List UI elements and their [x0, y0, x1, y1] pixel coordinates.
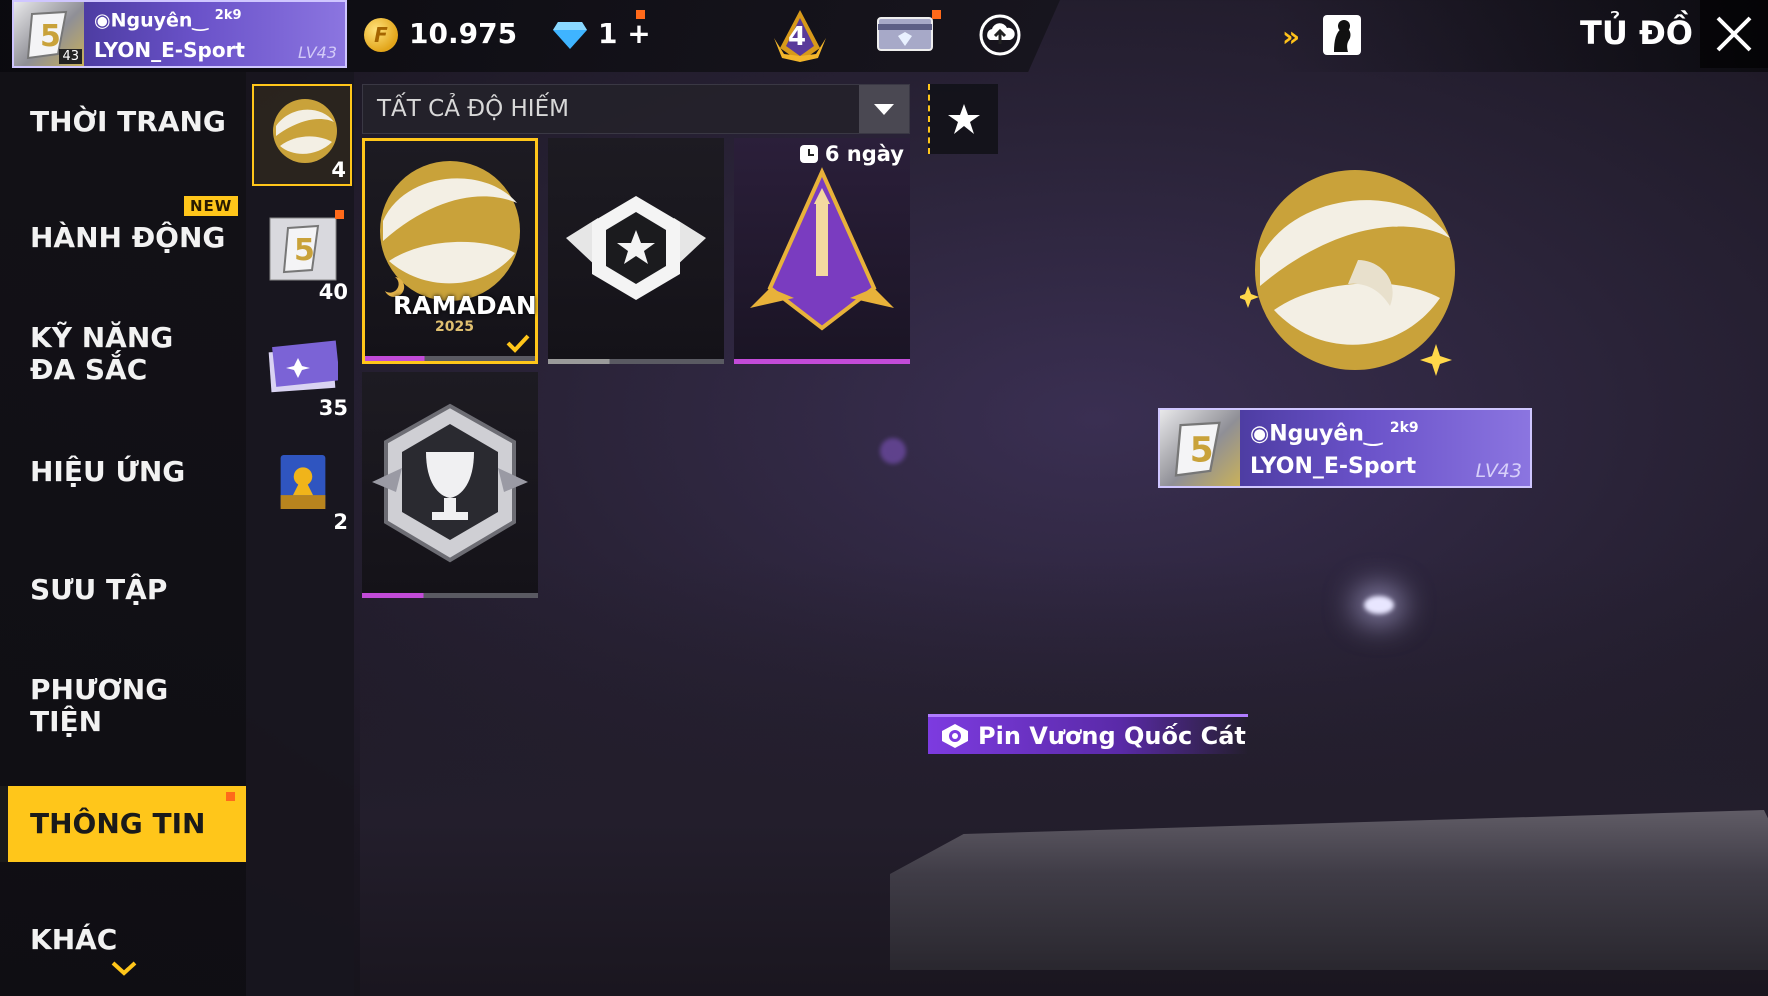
svg-text:5: 5 — [40, 19, 61, 54]
category-info[interactable]: THÔNG TIN — [0, 786, 246, 862]
player-name: ◉Nguyên‿ 2k9 — [94, 8, 242, 32]
subcategory-avatar-frames[interactable]: 5 40 — [252, 204, 352, 306]
item-caption: RAMADAN — [393, 291, 537, 320]
category-color-skills[interactable]: KỸ NĂNG ĐA SẮC — [0, 304, 220, 404]
notification-dot — [932, 10, 941, 19]
notification-dot — [226, 792, 235, 801]
item-ramadan-pin[interactable]: RAMADAN 2025 — [362, 138, 538, 364]
category-label: PHƯƠNG TIỆN — [30, 673, 169, 738]
selected-item-name: Pin Vương Quốc Cát — [928, 714, 1248, 754]
player-level: LV43 — [297, 43, 337, 62]
category-label: SƯU TẬP — [30, 573, 168, 606]
category-label: HIỆU ỨNG — [30, 455, 186, 488]
category-label: THÔNG TIN — [30, 807, 206, 840]
svg-text:5: 5 — [294, 233, 315, 268]
close-icon — [1716, 16, 1752, 52]
chevron-down-icon — [874, 104, 894, 115]
cloud-upload-icon[interactable] — [978, 14, 1022, 56]
diamond-count: 1 — [598, 17, 618, 50]
avatar: 5 — [1160, 410, 1240, 486]
category-collection[interactable]: SƯU TẬP — [0, 540, 246, 640]
preview-player-name-suffix: 2k9 — [1389, 420, 1419, 436]
item-sword-pin[interactable]: 6 ngày — [734, 138, 910, 364]
subcategory-pins[interactable]: 4 — [252, 84, 352, 186]
subcategory-count: 4 — [331, 158, 346, 182]
preview-player-level: LV43 — [1475, 460, 1522, 482]
preview-player-name: ◉Nguyên‿ 2k9 — [1250, 420, 1419, 447]
subcategory-character-cards[interactable]: 2 — [252, 434, 352, 536]
avatar-frame-icon: 5 — [269, 217, 337, 281]
notification-dot — [335, 210, 344, 219]
filter-label: TẤT CẢ ĐỘ HIẾM — [377, 96, 569, 122]
character-profile-icon[interactable] — [1322, 14, 1362, 56]
star-wings-pin-icon — [566, 196, 706, 300]
category-label: KỸ NĂNG ĐA SẮC — [30, 321, 174, 386]
timer-text: 6 ngày — [824, 142, 904, 166]
sword-pin-icon — [750, 167, 894, 331]
pin-badge-icon — [942, 723, 968, 748]
expand-arrows-icon[interactable]: » — [1282, 20, 1300, 53]
favorite-button[interactable] — [928, 84, 998, 154]
rarity-bar — [365, 356, 535, 361]
pin-orb-icon — [273, 99, 337, 163]
rarity-bar — [734, 359, 910, 364]
rarity-filter-dropdown[interactable]: TẤT CẢ ĐỘ HIẾM — [362, 84, 910, 134]
clock-icon — [799, 145, 818, 163]
background-light — [880, 438, 906, 464]
subcategory-banners[interactable]: 35 — [252, 320, 352, 422]
item-caption-year: 2025 — [435, 319, 474, 335]
diamond-icon — [553, 22, 587, 49]
close-button[interactable] — [1700, 0, 1768, 68]
player-name-suffix: 2k9 — [214, 8, 242, 23]
subcategory-count: 40 — [318, 280, 348, 304]
guild-name: LYON_E-Sport — [94, 38, 245, 62]
svg-text:5: 5 — [1190, 431, 1214, 471]
preview-player-name-text: Nguyên — [1269, 421, 1364, 447]
membership-card-icon[interactable] — [876, 14, 934, 54]
chevron-down-icon[interactable] — [110, 960, 138, 976]
category-label: KHÁC — [30, 923, 118, 956]
profile-card[interactable]: 5 43 ◉Nguyên‿ 2k9 LYON_E-Sport LV43 — [12, 0, 347, 68]
checkmark-icon — [506, 334, 530, 353]
category-vehicles[interactable]: PHƯƠNG TIỆN — [0, 656, 246, 756]
expiry-timer: 6 ngày — [799, 142, 904, 166]
item-trophy-pin[interactable] — [362, 372, 538, 598]
subcategory-count: 2 — [333, 510, 348, 534]
preview-pin-orb-icon — [1240, 170, 1455, 376]
gold-amount: 10.975 — [409, 17, 518, 50]
new-badge: NEW — [184, 196, 239, 216]
rarity-bar — [362, 593, 538, 598]
rarity-bar — [548, 359, 724, 364]
selected-item-label: Pin Vương Quốc Cát — [978, 721, 1246, 750]
category-fashion[interactable]: THỜI TRANG — [0, 72, 246, 172]
add-diamond-icon[interactable]: + — [627, 17, 650, 50]
category-label: THỜI TRANG — [30, 105, 226, 138]
diamond-amount[interactable]: 1 + — [598, 17, 651, 50]
avatar: 5 43 — [14, 2, 84, 66]
notification-dot — [636, 10, 645, 19]
background-light — [1364, 596, 1394, 614]
avatar-frame-icon: 5 — [1174, 421, 1221, 477]
preview-profile-card: 5 ◉Nguyên‿ 2k9 LYON_E-Sport LV43 — [1158, 408, 1532, 488]
avatar-level: 43 — [59, 49, 82, 64]
player-name-text: Nguyên — [110, 9, 193, 32]
item-star-wings-pin[interactable] — [548, 138, 724, 364]
character-card-icon — [280, 455, 326, 509]
subcategory-count: 35 — [318, 396, 348, 420]
trophy-pin-icon — [372, 403, 528, 563]
dropdown-toggle[interactable] — [859, 85, 909, 133]
gold-coin-icon: F — [364, 18, 398, 52]
category-label: HÀNH ĐỘNG — [30, 221, 226, 254]
banner-card-icon — [268, 340, 338, 393]
display-platform — [890, 810, 1768, 970]
star-icon — [948, 104, 980, 134]
preview-guild-name: LYON_E-Sport — [1250, 454, 1417, 479]
rank-number: 4 — [788, 22, 807, 52]
category-effects[interactable]: HIỆU ỨNG — [0, 422, 246, 522]
page-title: TỦ ĐỒ — [1580, 14, 1693, 52]
